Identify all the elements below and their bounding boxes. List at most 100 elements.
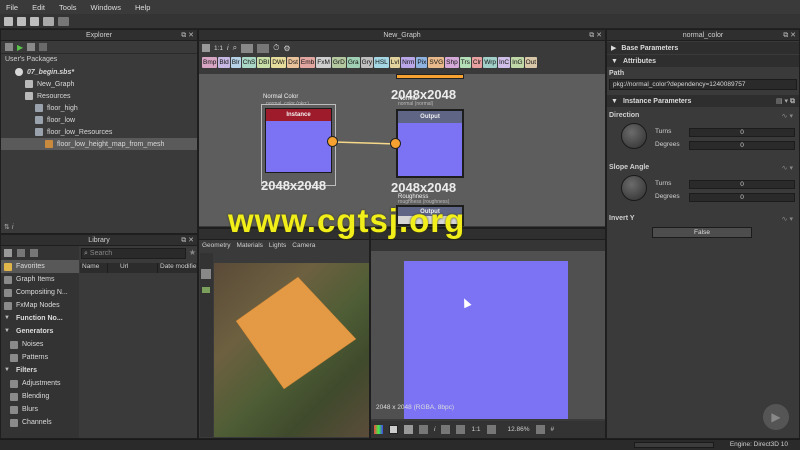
slope-angle-knob[interactable] <box>621 175 647 201</box>
library-category[interactable]: FxMap Nodes <box>1 299 79 312</box>
3d-viewport[interactable] <box>214 263 369 437</box>
explorer-item[interactable]: floor_low_height_map_from_mesh <box>1 138 197 150</box>
node-filter-button[interactable]: Shp <box>445 56 459 68</box>
node-filter-button[interactable]: InC <box>498 56 511 68</box>
node-filter-button[interactable]: Trs <box>459 56 471 68</box>
input-port-icon[interactable] <box>390 138 401 149</box>
mask-icon[interactable] <box>419 425 428 434</box>
column-url[interactable]: Url <box>108 263 158 273</box>
library-category[interactable]: Blurs <box>1 403 79 416</box>
frame-icon[interactable] <box>241 43 254 53</box>
explorer-save-icon[interactable] <box>27 43 36 51</box>
histogram-icon[interactable] <box>441 425 451 434</box>
fit-icon[interactable] <box>486 425 496 434</box>
library-category[interactable]: Channels <box>1 416 79 429</box>
timer-icon[interactable]: ⏱ <box>273 43 279 53</box>
tile-icon[interactable] <box>404 425 413 434</box>
grid-icon[interactable] <box>202 44 210 52</box>
light-tool-icon[interactable] <box>202 287 210 293</box>
align-icon[interactable] <box>257 43 270 53</box>
node-filter-button[interactable]: InG <box>511 56 524 68</box>
2d-viewport[interactable]: 2048 x 2048 (RGBA, 8bpc) <box>371 251 605 419</box>
graph-zoom-button[interactable]: 1:1 <box>214 45 223 52</box>
params-panel-controls-icon[interactable]: ⧉ ✕ <box>783 31 796 40</box>
column-date[interactable]: Date modifie <box>158 263 197 273</box>
node-filter-button[interactable]: DBI <box>257 56 271 68</box>
menu-camera[interactable]: Camera <box>292 242 315 249</box>
slope-degrees-field[interactable]: 0 <box>689 193 795 202</box>
explorer-item[interactable]: floor_low_Resources <box>1 126 197 138</box>
menu-windows[interactable]: Windows <box>91 3 121 12</box>
library-category[interactable]: Favorites <box>1 260 79 273</box>
2d-info-icon[interactable]: i <box>434 426 435 433</box>
explorer-item[interactable]: floor_low <box>1 114 197 126</box>
node-filter-button[interactable]: GrD <box>331 56 346 68</box>
node-filter-button[interactable]: Out <box>524 56 538 68</box>
library-panel-controls-icon[interactable]: ⧉ ✕ <box>181 236 194 245</box>
direction-options-icon[interactable]: ∿ ▾ <box>782 112 793 120</box>
undo-icon[interactable] <box>43 16 54 26</box>
menu-tools[interactable]: Tools <box>59 3 77 12</box>
node-filter-button[interactable]: FxM <box>316 56 331 68</box>
node-filter-button[interactable]: Blr <box>230 56 241 68</box>
library-refresh-icon[interactable] <box>30 249 38 257</box>
play-icon[interactable]: ▶ <box>17 43 23 52</box>
slope-turns-field[interactable]: 0 <box>689 180 795 189</box>
explorer-item[interactable]: floor_high <box>1 102 197 114</box>
menu-materials[interactable]: Materials <box>237 242 263 249</box>
library-search-input[interactable]: ⌕ Search <box>81 248 186 259</box>
node-filter-button[interactable]: ChS <box>241 56 257 68</box>
explorer-new-icon[interactable] <box>5 43 13 51</box>
invert-y-toggle[interactable]: False <box>652 227 752 238</box>
channels-icon[interactable] <box>374 425 383 434</box>
favorite-star-icon[interactable]: ★ <box>189 248 196 259</box>
panel-controls-icon[interactable]: ⧉ ✕ <box>181 31 194 40</box>
node-filter-button[interactable]: Nrm <box>401 56 416 68</box>
base-parameters-header[interactable]: ▶ Base Parameters <box>607 42 799 54</box>
library-category[interactable]: Graph Items <box>1 273 79 286</box>
node-filter-button[interactable]: Emb <box>299 56 316 68</box>
library-category[interactable]: Adjustments <box>1 377 79 390</box>
menu-geometry[interactable]: Geometry <box>202 242 231 249</box>
slope-options-icon[interactable]: ∿ ▾ <box>782 164 793 172</box>
node-filter-button[interactable]: SVG <box>428 56 445 68</box>
path-field[interactable]: pkg://normal_color?dependency=1240089757 <box>609 79 797 90</box>
node-filter-button[interactable]: Bmp <box>202 56 218 68</box>
node-normal-output[interactable]: Output <box>396 109 464 178</box>
open-package-icon[interactable] <box>17 16 26 26</box>
library-category[interactable]: ▼ Filters <box>1 364 79 377</box>
node-filter-button[interactable]: DWr <box>271 56 287 68</box>
top-node-thumb[interactable] <box>396 74 464 79</box>
node-filter-button[interactable]: Clr <box>471 56 483 68</box>
node-filter-button[interactable]: HSL <box>374 56 389 68</box>
output-port-icon[interactable] <box>327 136 338 147</box>
info-icon[interactable]: i <box>227 45 229 52</box>
menu-help[interactable]: Help <box>135 3 150 12</box>
graph-panel-controls-icon[interactable]: ⧉ ✕ <box>589 31 602 40</box>
gear-icon[interactable]: ⚙ <box>283 44 290 53</box>
menu-file[interactable]: File <box>6 3 18 12</box>
invert-y-options-icon[interactable]: ∿ ▾ <box>782 215 793 223</box>
column-name[interactable]: Name <box>80 263 108 273</box>
node-normal-color[interactable]: Instance <box>265 108 332 173</box>
node-filter-button[interactable]: Pix <box>416 56 428 68</box>
checker-icon[interactable] <box>389 425 398 434</box>
redo-icon[interactable] <box>58 16 69 26</box>
node-filter-button[interactable]: Wrp <box>483 56 498 68</box>
direction-turns-field[interactable]: 0 <box>689 128 795 137</box>
new-package-icon[interactable] <box>4 16 13 26</box>
library-category[interactable]: Compositing N... <box>1 286 79 299</box>
2d-ratio-button[interactable]: 1:1 <box>471 426 480 433</box>
zoom-dropdown-icon[interactable] <box>535 425 545 434</box>
direction-degrees-field[interactable]: 0 <box>689 141 795 150</box>
instance-parameters-header[interactable]: ▼ Instance Parameters ▤ ▾ ⧉ <box>607 95 799 107</box>
menu-edit[interactable]: Edit <box>32 3 45 12</box>
menu-lights[interactable]: Lights <box>269 242 286 249</box>
node-filter-button[interactable]: Dst <box>287 56 299 68</box>
node-filter-button[interactable]: Gry <box>360 56 374 68</box>
grid-toggle-icon[interactable]: # <box>551 426 555 433</box>
library-category[interactable]: Patterns <box>1 351 79 364</box>
explorer-item[interactable]: New_Graph <box>1 78 197 90</box>
library-folder-icon[interactable] <box>4 249 12 257</box>
explorer-item[interactable]: Resources <box>1 90 197 102</box>
